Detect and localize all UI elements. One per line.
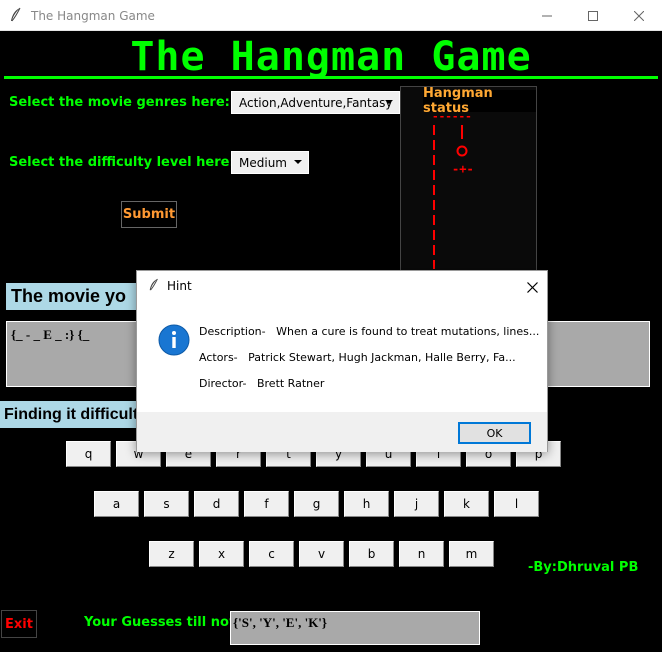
dialog-close-button[interactable]	[521, 276, 543, 298]
genre-select[interactable]: Action,Adventure,Fantasy	[231, 91, 400, 114]
hangman-head	[456, 145, 468, 157]
exit-button[interactable]: Exit	[1, 610, 37, 638]
feather-icon	[9, 7, 23, 23]
info-icon	[158, 324, 190, 356]
key-x[interactable]: x	[199, 541, 244, 567]
key-l[interactable]: l	[494, 491, 539, 517]
key-a[interactable]: a	[94, 491, 139, 517]
hint-description-value: When a cure is found to treat mutations,…	[276, 325, 540, 338]
hint-director-label: Director-	[199, 377, 247, 390]
game-title: The Hangman Game	[130, 34, 532, 80]
minimize-icon	[542, 15, 552, 16]
submit-button[interactable]: Submit	[121, 201, 177, 228]
hint-actors: Actors- Patrick Stewart, Hugh Jackman, H…	[199, 351, 516, 364]
hint-prompt-label: Finding it difficult	[0, 401, 140, 428]
author-credit: -By:Dhruval PB	[528, 560, 639, 575]
key-n[interactable]: n	[399, 541, 444, 567]
key-b[interactable]: b	[349, 541, 394, 567]
key-m[interactable]: m	[449, 541, 494, 567]
hint-dialog: Hint Description- When a cure is found t…	[136, 270, 548, 452]
hint-director: Director- Brett Ratner	[199, 377, 324, 390]
key-v[interactable]: v	[299, 541, 344, 567]
guesses-label: Your Guesses till now:	[84, 615, 247, 630]
gallows-beam: ------	[432, 110, 472, 123]
movie-word-text: {_ - _ E _ :} {_	[11, 327, 90, 342]
minimize-button[interactable]	[524, 0, 570, 31]
close-icon	[634, 10, 644, 21]
hint-description-label: Description-	[199, 325, 266, 338]
key-j[interactable]: j	[394, 491, 439, 517]
maximize-button[interactable]	[570, 0, 616, 31]
dialog-footer: OK	[137, 412, 547, 452]
key-h[interactable]: h	[344, 491, 389, 517]
hint-actors-value: Patrick Stewart, Hugh Jackman, Halle Ber…	[248, 351, 516, 364]
movie-label: The movie yo	[6, 283, 146, 310]
difficulty-label: Select the difficulty level here:	[9, 155, 235, 170]
close-icon	[526, 281, 538, 293]
genre-label: Select the movie genres here:	[9, 95, 230, 110]
header-divider	[4, 76, 658, 79]
key-f[interactable]: f	[244, 491, 289, 517]
difficulty-select[interactable]: Medium	[231, 151, 309, 174]
close-button[interactable]	[616, 0, 662, 31]
ok-button[interactable]: OK	[458, 422, 531, 444]
key-d[interactable]: d	[194, 491, 239, 517]
hint-description: Description- When a cure is found to tre…	[199, 325, 539, 338]
hint-director-value: Brett Ratner	[256, 377, 325, 390]
key-s[interactable]: s	[144, 491, 189, 517]
difficulty-select-value: Medium	[239, 155, 287, 170]
chevron-down-icon	[294, 160, 302, 164]
window-titlebar: The Hangman Game	[0, 0, 662, 31]
hangman-body: -+-	[452, 162, 474, 176]
genre-select-value: Action,Adventure,Fantasy	[239, 95, 393, 110]
guesses-display: {'S', 'Y', 'E', 'K'}	[230, 611, 480, 645]
hint-actors-label: Actors-	[199, 351, 238, 364]
key-c[interactable]: c	[249, 541, 294, 567]
key-z[interactable]: z	[149, 541, 194, 567]
key-k[interactable]: k	[444, 491, 489, 517]
maximize-icon	[588, 10, 598, 21]
chevron-down-icon	[385, 100, 393, 104]
key-g[interactable]: g	[294, 491, 339, 517]
key-q[interactable]: q	[66, 441, 111, 467]
guesses-text: {'S', 'Y', 'E', 'K'}	[233, 615, 328, 630]
feather-icon	[148, 278, 160, 295]
dialog-title: Hint	[167, 279, 192, 293]
window-title: The Hangman Game	[31, 9, 155, 23]
